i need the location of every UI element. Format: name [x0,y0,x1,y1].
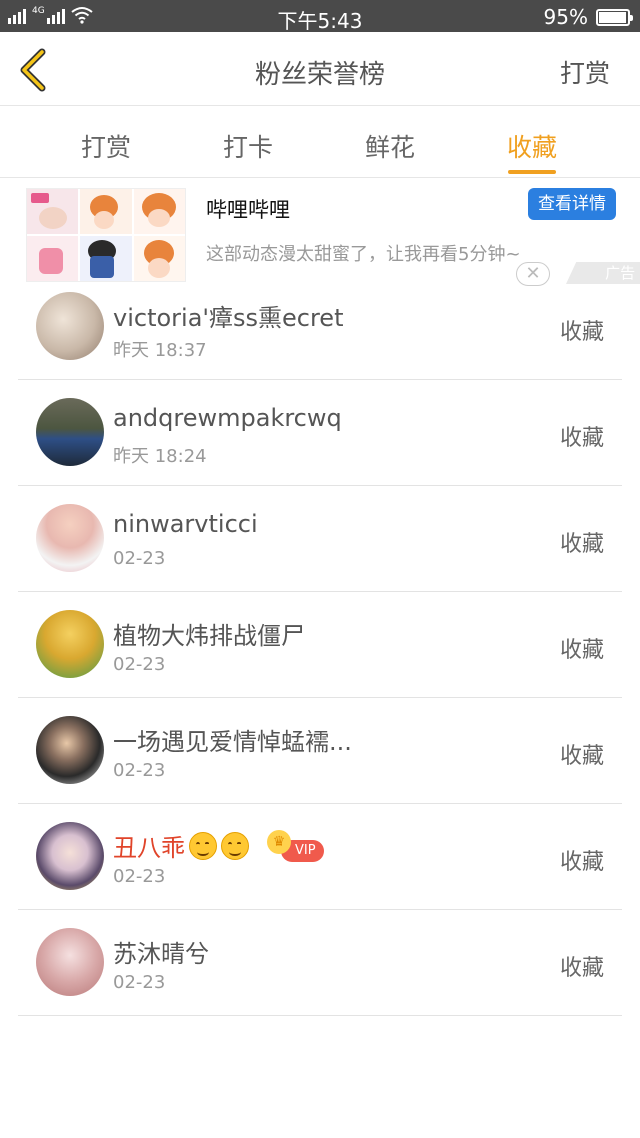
avatar [36,610,104,678]
ad-close-button[interactable]: ✕ [516,262,550,286]
tab-label: 鲜花 [364,133,415,162]
fan-time: 昨天 18:37 [113,340,207,361]
ad-tag: 广告 [566,262,640,284]
action-label: 收藏 [559,638,604,663]
fan-time: 02-23 [113,548,166,569]
smile-emoji-icon [189,832,217,860]
fan-name: ninwarvticci [113,510,258,538]
tab-bar: 打赏 打卡 鲜花 收藏 [0,106,640,178]
list-item[interactable]: 植物大炜排战僵尸 02-23 收藏 [18,592,622,698]
fan-time: 02-23 [113,866,166,887]
tab-label: 打赏 [80,133,131,162]
ad-details-button[interactable]: 查看详情 [528,188,616,220]
fan-name: victoria'瘴ss熏ecret [113,304,344,332]
action-label: 收藏 [559,532,604,557]
fan-name: andqrewmpakrcwq [113,404,342,432]
list-item[interactable]: andqrewmpakrcwq 昨天 18:24 收藏 [18,380,622,486]
reward-link[interactable]: 打赏 [560,54,610,90]
tab-label: 打卡 [222,133,273,162]
tab-checkin[interactable]: 打卡 [198,128,298,164]
action-label: 收藏 [559,426,604,451]
avatar [36,398,104,466]
active-tab-indicator [508,170,556,174]
avatar [36,504,104,572]
ad-description: 这部动态漫太甜蜜了，让我再看5分钟~ [206,244,521,265]
close-icon: ✕ [525,263,541,284]
tab-flowers[interactable]: 鲜花 [340,128,440,164]
action-label: 收藏 [559,744,604,769]
vip-badge: ♛ VIP [267,830,324,862]
avatar [36,716,104,784]
ad-title: 哔哩哔哩 [206,198,290,222]
tab-favorites[interactable]: 收藏 [482,128,582,174]
list-item[interactable]: 一场遇见爱情悼蜢襦... 02-23 收藏 [18,698,622,804]
fan-time: 02-23 [113,760,166,781]
smile-emoji-icon [221,832,249,860]
fan-name: 植物大炜排战僵尸 [113,622,305,650]
ad-image [26,188,186,282]
crown-icon: ♛ [267,830,291,854]
nav-header: 粉丝荣誉榜 打赏 [0,32,640,106]
fan-time: 02-23 [113,972,166,993]
list-item[interactable]: 苏沐晴兮 02-23 收藏 [18,910,622,1016]
fan-name: 一场遇见爱情悼蜢襦... [113,728,352,756]
list-item[interactable]: ninwarvticci 02-23 收藏 [18,486,622,592]
list-item[interactable]: 丑八乖 ♛ VIP 02-23 收藏 [18,804,622,910]
tab-label: 收藏 [506,133,557,162]
avatar [36,292,104,360]
action-label: 收藏 [559,320,604,345]
fan-time: 昨天 18:24 [113,446,207,467]
list-item[interactable]: victoria'瘴ss熏ecret 昨天 18:37 收藏 [18,274,622,380]
fan-name: 苏沐晴兮 [113,940,209,968]
ad-tag-label: 广告 [605,264,636,282]
fan-name-text: 丑八乖 [113,834,185,862]
battery-level [599,11,626,23]
page-title: 粉丝荣誉榜 [254,60,385,90]
battery-icon [596,8,633,26]
avatar [36,928,104,996]
action-label: 收藏 [559,850,604,875]
battery-percent: 95% [543,5,588,29]
action-label: 收藏 [559,956,604,981]
fan-time: 02-23 [113,654,166,675]
status-bar: 4G 下午5:43 95% [0,0,640,33]
fan-name: 丑八乖 ♛ VIP [113,828,324,863]
avatar [36,822,104,890]
tab-reward[interactable]: 打赏 [56,128,156,164]
